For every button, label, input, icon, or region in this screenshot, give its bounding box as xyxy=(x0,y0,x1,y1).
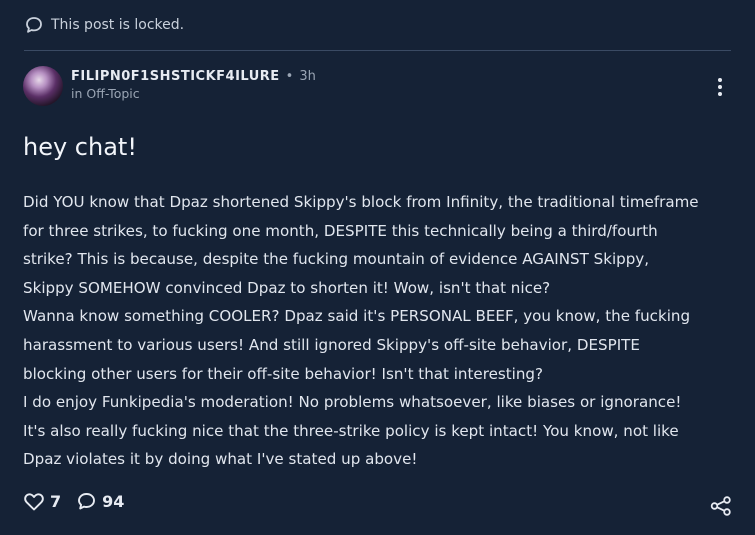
heart-icon xyxy=(24,492,44,510)
post-body-line: Wanna know something COOLER? Dpaz said i… xyxy=(23,307,691,326)
post-body-line: blocking other users for their off-site … xyxy=(23,364,543,383)
post-body-line: Did YOU know that Dpaz shortened Skippy'… xyxy=(23,193,699,211)
more-dot-icon xyxy=(718,78,722,82)
locked-notice: This post is locked. xyxy=(25,14,184,36)
post-footer: 7 94 xyxy=(24,492,124,511)
more-options-button[interactable] xyxy=(712,75,728,99)
post-body-line: Skippy SOMEHOW convinced Dpaz to shorten… xyxy=(23,278,551,297)
comment-count: 94 xyxy=(102,492,125,511)
post-body-line: Dpaz violates it by doing what I've stat… xyxy=(23,450,418,469)
comment-button[interactable]: 94 xyxy=(77,492,124,511)
post-category[interactable]: in Off-Topic xyxy=(71,86,316,101)
post-header: FILIPN0F1SHSTICKF4ILURE • 3h in Off-Topi… xyxy=(23,66,316,106)
speech-bubble-icon xyxy=(26,17,42,33)
post-title: hey chat! xyxy=(23,133,137,161)
avatar[interactable] xyxy=(23,66,63,106)
like-count: 7 xyxy=(50,492,62,511)
author-meta: FILIPN0F1SHSTICKF4ILURE • 3h in Off-Topi… xyxy=(71,69,316,101)
post-body-line: I do enjoy Funkipedia's moderation! No p… xyxy=(23,393,682,412)
like-button[interactable]: 7 xyxy=(24,492,61,511)
share-button[interactable] xyxy=(710,496,732,520)
more-dot-icon xyxy=(718,92,722,96)
post-time: 3h xyxy=(299,69,316,85)
post-body-line: strike? This is because, despite the fuc… xyxy=(23,250,650,269)
share-icon xyxy=(710,496,731,516)
author-row: FILIPN0F1SHSTICKF4ILURE • 3h xyxy=(71,69,316,85)
post-body-line: It's also really fucking nice that the t… xyxy=(23,421,679,440)
more-dot-icon xyxy=(718,85,722,89)
meta-separator: • xyxy=(285,69,294,85)
divider xyxy=(24,50,731,51)
author-name[interactable]: FILIPN0F1SHSTICKF4ILURE xyxy=(71,69,280,85)
post-body: Did YOU know that Dpaz shortened Skippy'… xyxy=(23,188,735,474)
post-body-line: harassment to various users! And still i… xyxy=(23,335,640,354)
post-body-line: for three strikes, to fucking one month,… xyxy=(23,221,658,240)
locked-notice-text: This post is locked. xyxy=(51,17,185,33)
comment-icon xyxy=(78,493,96,510)
